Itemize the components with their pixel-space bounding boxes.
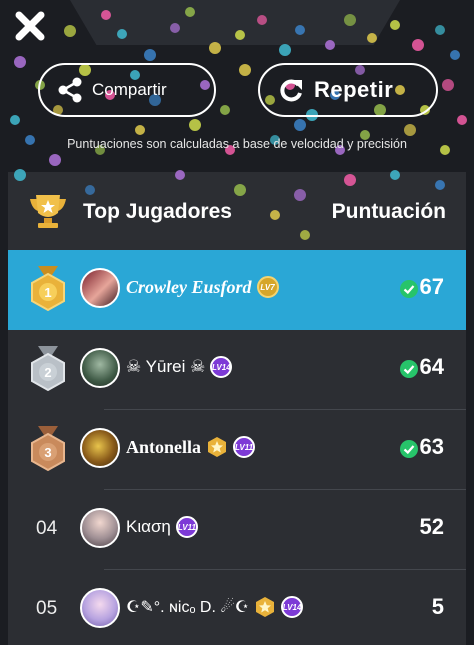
- confetti-dot: [279, 44, 291, 56]
- confetti-dot: [457, 115, 467, 125]
- player-3-score: 63: [419, 434, 444, 459]
- player-row-4[interactable]: 04 Kιαση LV11 52: [8, 490, 466, 570]
- repeat-button-label: Repetir: [314, 77, 394, 102]
- player-row-3[interactable]: 3 Antonella LV11 63: [8, 410, 466, 490]
- confetti-dot: [10, 115, 20, 125]
- player-3-verified-icon: [400, 440, 418, 458]
- player-2-avatar[interactable]: [80, 348, 120, 388]
- confetti-dot: [64, 25, 76, 37]
- confetti-dot: [189, 119, 201, 131]
- repeat-button[interactable]: Repetir: [258, 63, 438, 117]
- player-row-5[interactable]: 05 ☪✎°. ɴicₒ D. ☄☪ LV14 5: [8, 570, 466, 645]
- player-1-rank: 1: [44, 285, 51, 300]
- player-row-1[interactable]: 1 Crowley Eusford LV7 67: [8, 250, 466, 330]
- bronze-medal-icon: 3: [31, 426, 65, 472]
- gold-medal-icon: 1: [31, 266, 65, 312]
- close-icon: [15, 11, 45, 41]
- player-4-name-group: Kιαση LV11: [126, 516, 198, 538]
- confetti-dot: [294, 119, 306, 131]
- confetti-dot: [49, 154, 61, 166]
- confetti-dot: [14, 56, 26, 68]
- silver-medal-icon: 2: [31, 346, 65, 392]
- player-3-avatar[interactable]: [80, 428, 120, 468]
- player-4-level-badge: LV11: [175, 516, 198, 538]
- share-icon: [58, 77, 82, 103]
- confetti-dot: [144, 49, 156, 61]
- star-badge-icon: [206, 436, 228, 458]
- player-2-rank: 2: [44, 365, 51, 380]
- player-5-name-group: ☪✎°. ɴicₒ D. ☄☪ LV14: [126, 596, 304, 618]
- trophy-icon: [30, 195, 66, 228]
- leaderboard-header: Top Jugadores Puntuación: [8, 172, 466, 250]
- player-1-name[interactable]: Crowley Eusford: [126, 277, 252, 298]
- player-2-level-badge: LV14: [210, 356, 233, 378]
- player-5-avatar[interactable]: [80, 588, 120, 628]
- player-3-level-badge: LV11: [233, 436, 256, 458]
- player-1-score: 67: [419, 274, 444, 299]
- confetti-dot: [135, 125, 145, 135]
- confetti-dot: [239, 64, 251, 76]
- confetti-dot: [442, 79, 454, 91]
- player-2-score: 64: [419, 354, 444, 379]
- player-3-name[interactable]: Antonella: [126, 437, 201, 458]
- player-5-score: 5: [431, 594, 444, 619]
- leaderboard-title: Top Jugadores: [83, 200, 232, 223]
- player-2-verified-icon: [400, 360, 418, 378]
- confetti-dot: [450, 50, 460, 60]
- star-badge-icon: [254, 596, 276, 618]
- player-3-rank: 3: [44, 445, 51, 460]
- player-1-name-group: Crowley Eusford LV7: [126, 276, 279, 298]
- player-row-2[interactable]: 2 ☠ Yūrei ☠ LV14 64: [8, 330, 466, 410]
- player-5-name[interactable]: ☪✎°. ɴicₒ D. ☄☪: [126, 597, 249, 617]
- player-4-avatar[interactable]: [80, 508, 120, 548]
- confetti-dot: [435, 25, 445, 35]
- confetti-dot: [412, 39, 424, 51]
- confetti-dot: [404, 124, 416, 136]
- confetti-dot: [220, 105, 230, 115]
- player-2-name-group: ☠ Yūrei ☠ LV14: [126, 356, 233, 378]
- player-4-score: 52: [419, 514, 444, 539]
- share-button-label: Compartir: [92, 80, 167, 99]
- refresh-icon: [278, 77, 304, 103]
- player-1-verified-icon: [400, 280, 418, 298]
- score-column-header: Puntuación: [331, 200, 446, 223]
- player-5-level-badge: LV14: [281, 596, 304, 618]
- player-3-name-group: Antonella LV11: [126, 436, 256, 458]
- player-5-rank: 05: [36, 598, 58, 619]
- player-4-name[interactable]: Kιαση: [126, 517, 171, 537]
- header-backdrop: [70, 0, 400, 45]
- share-button[interactable]: Compartir: [38, 63, 216, 117]
- player-4-rank: 04: [36, 518, 58, 539]
- leaderboard: Top Jugadores Puntuación 1 Crowley Eusfo…: [8, 172, 466, 645]
- confetti-dot: [390, 20, 400, 30]
- close-button[interactable]: [12, 8, 48, 44]
- player-2-name[interactable]: ☠ Yūrei ☠: [126, 357, 205, 377]
- player-1-avatar[interactable]: [80, 268, 120, 308]
- player-1-level-badge: LV7: [256, 276, 279, 298]
- scoring-note: Puntuaciones son calculadas a base de ve…: [67, 137, 407, 151]
